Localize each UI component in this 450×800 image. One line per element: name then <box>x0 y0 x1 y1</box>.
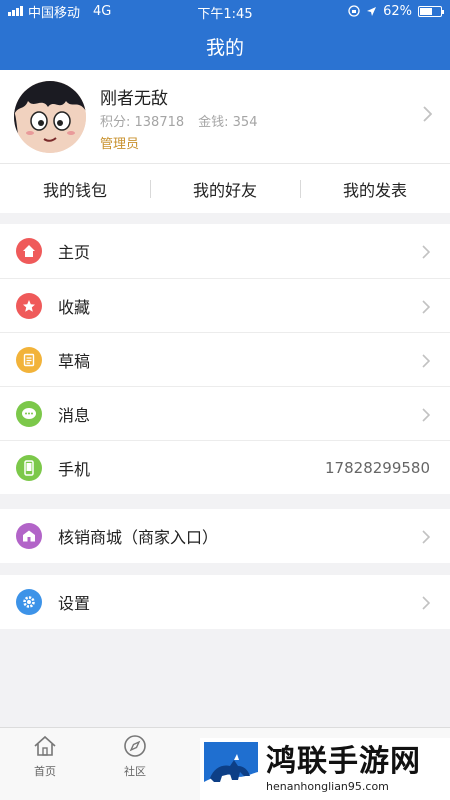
menu-item-label: 收藏 <box>58 297 91 317</box>
username: 刚者无敌 <box>100 89 168 109</box>
chevron-right-icon <box>423 106 432 122</box>
location-icon <box>367 6 377 16</box>
carrier-name: 中国移动 <box>28 5 81 21</box>
chevron-right-icon <box>422 245 430 259</box>
menu-group-merchant: 核销商城（商家入口） <box>0 509 450 563</box>
menu-item-label: 主页 <box>58 243 91 262</box>
nav-bar: 我的 <box>0 22 450 70</box>
watermark-title: 鸿联手游网 <box>266 744 421 779</box>
menu-item-merchant[interactable]: 核销商城（商家入口） <box>0 509 450 563</box>
role-badge: 管理员 <box>100 137 140 152</box>
battery-percent: 62% <box>383 3 412 19</box>
menu-item-phone[interactable]: 手机 17828299580 <box>0 440 450 494</box>
menu-item-settings[interactable]: 设置 <box>0 575 450 629</box>
menu-item-messages[interactable]: 消息 <box>0 386 450 440</box>
watermark-url: henanhonglian95.com <box>266 780 389 793</box>
phone-icon <box>16 455 42 481</box>
status-bar: 中国移动 4G 下午1:45 62% <box>0 0 450 22</box>
document-icon <box>16 347 42 373</box>
menu-item-label: 消息 <box>58 405 91 425</box>
chevron-right-icon <box>422 596 430 610</box>
rotation-lock-icon <box>348 5 360 17</box>
tabbar-label: 社区 <box>124 765 146 778</box>
points-stat: 积分: 138718 <box>100 115 185 130</box>
battery-icon <box>418 5 444 17</box>
menu-group-settings: 设置 <box>0 575 450 629</box>
money-stat: 金钱: 354 <box>198 115 258 130</box>
network-type: 4G <box>93 3 112 19</box>
bull-logo <box>204 742 258 796</box>
menu-item-label: 设置 <box>58 594 91 613</box>
star-icon <box>16 293 42 319</box>
home-icon <box>16 238 42 264</box>
quick-tabs: 我的钱包 我的好友 我的发表 <box>0 163 450 213</box>
menu-item-drafts[interactable]: 草稿 <box>0 332 450 386</box>
tabbar-community[interactable]: 社区 <box>110 734 160 779</box>
chevron-right-icon <box>422 530 430 544</box>
gear-icon <box>16 589 42 615</box>
signal-icon <box>8 6 23 16</box>
tabbar-home[interactable]: 首页 <box>20 734 70 779</box>
chevron-right-icon <box>422 354 430 368</box>
menu-item-homepage[interactable]: 主页 <box>0 224 450 278</box>
watermark-overlay: 鸿联手游网 henanhonglian95.com <box>200 738 450 800</box>
menu-item-label: 手机 <box>58 459 91 479</box>
tabbar-label: 首页 <box>34 765 56 778</box>
tab-posts[interactable]: 我的发表 <box>300 164 450 213</box>
profile-card[interactable]: 刚者无敌 积分: 138718 金钱: 354 管理员 <box>0 70 450 163</box>
tab-wallet[interactable]: 我的钱包 <box>0 164 150 213</box>
phone-number: 17828299580 <box>325 458 430 477</box>
home-outline-icon <box>34 735 56 756</box>
page-title: 我的 <box>205 36 244 59</box>
avatar[interactable] <box>14 81 86 153</box>
chevron-right-icon <box>422 300 430 314</box>
menu-group-main: 主页 收藏 草稿 消息 手机 17828299580 <box>0 224 450 494</box>
chat-icon <box>16 401 42 427</box>
compass-icon <box>124 735 146 757</box>
store-icon <box>16 523 42 549</box>
menu-item-label: 核销商城（商家入口） <box>58 528 219 547</box>
menu-item-favorites[interactable]: 收藏 <box>0 278 450 332</box>
chevron-right-icon <box>422 408 430 422</box>
menu-item-label: 草稿 <box>58 351 91 371</box>
tab-friends[interactable]: 我的好友 <box>150 164 300 213</box>
